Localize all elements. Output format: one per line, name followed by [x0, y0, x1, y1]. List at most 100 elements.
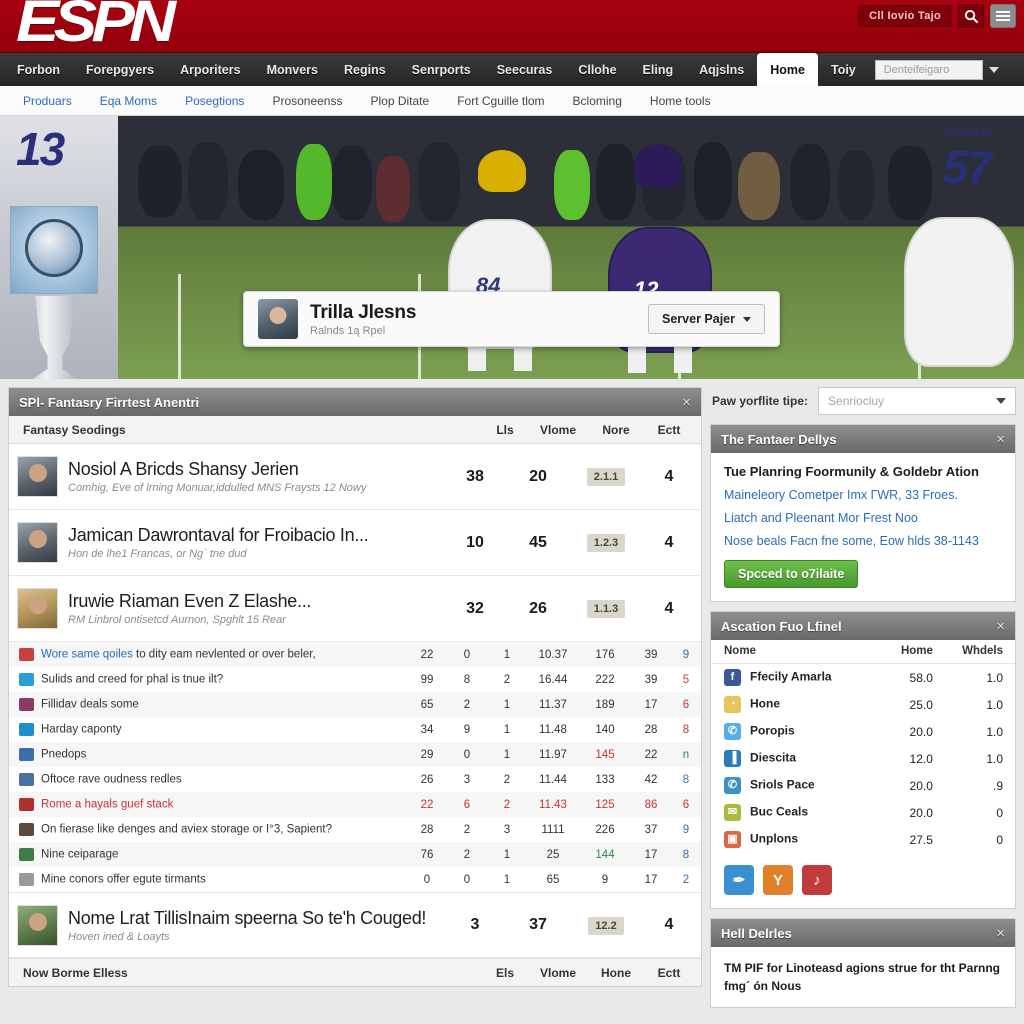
- footer-col-0[interactable]: Els: [481, 966, 529, 980]
- accation-col-1[interactable]: Home: [886, 640, 945, 664]
- fantaer-link-0[interactable]: Maineleory Cometper Imx ГWR, 33 Froes.: [724, 488, 1002, 502]
- list-item[interactable]: ✆ Sriols Pace 20.0 .9: [711, 772, 1015, 799]
- row-label[interactable]: Oftoce rave oudness redles: [41, 774, 182, 786]
- list-item[interactable]: ◔ Hone 25.0 1.0: [711, 691, 1015, 718]
- table-row[interactable]: Sulids and creed for phal is tnue ilt? 99…: [9, 667, 701, 692]
- team-logo-icon: [19, 773, 34, 786]
- table-row[interactable]: Fillidav deals some 65 2 1 11.37 189 17 6: [9, 692, 701, 717]
- row-label[interactable]: Harday caponty: [41, 724, 122, 736]
- col-header-3[interactable]: Ectt: [645, 423, 693, 437]
- list-item[interactable]: ✆ Poropis 20.0 1.0: [711, 718, 1015, 745]
- hell-panel: Hell Delrles × TM PIF for Linoteasd agio…: [710, 918, 1016, 1008]
- row-label[interactable]: On fierase like denges and aviex storage…: [41, 824, 332, 836]
- row-label[interactable]: Pnedops: [41, 749, 86, 761]
- table-row[interactable]: Nosiol A Bricds Shansy Jerien Comhig, Ev…: [9, 444, 701, 510]
- hamburger-icon[interactable]: [990, 4, 1016, 28]
- nav-item-3[interactable]: Monvers: [254, 53, 331, 86]
- header-promo-pill[interactable]: Cll Iovio Tajo: [858, 5, 952, 27]
- nav-item-11[interactable]: Toiy: [818, 53, 869, 86]
- list-item[interactable]: f Ffecily Amarla 58.0 1.0: [711, 664, 1015, 692]
- row-value-2: 2: [503, 798, 511, 811]
- accation-name-cell: ✆ Poropis: [711, 718, 887, 745]
- nav-dropdown[interactable]: Denteifeigaro: [869, 53, 999, 86]
- nav-item-8[interactable]: Eling: [630, 53, 687, 86]
- row-title[interactable]: Iruwie Riaman Even Z Elashe...: [68, 591, 441, 612]
- table-row[interactable]: Pnedops 29 0 1 11.97 145 22 n: [9, 742, 701, 767]
- fantaer-cta-button[interactable]: Spcced to o7ilaite: [724, 560, 859, 588]
- footer-col-3[interactable]: Ectt: [645, 966, 693, 980]
- nav-item-4[interactable]: Regins: [331, 53, 399, 86]
- subnav-item-1[interactable]: Eqa Moms: [89, 94, 168, 108]
- subnav-item-4[interactable]: Plop Ditate: [359, 94, 440, 108]
- accation-name: Unplons: [750, 831, 798, 846]
- nav-item-6[interactable]: Seecuras: [484, 53, 566, 86]
- subnav-item-2[interactable]: Posegtions: [174, 94, 255, 108]
- nav-item-5[interactable]: Senrports: [399, 53, 484, 86]
- table-row[interactable]: Nome Lrat TillisInaim speerna So te'h Co…: [9, 892, 701, 958]
- subnav-item-0[interactable]: Produars: [12, 94, 83, 108]
- service-icon: ▣: [724, 831, 741, 848]
- table-row[interactable]: Oftoce rave oudness redles 26 3 2 11.44 133 42…: [9, 767, 701, 792]
- table-row[interactable]: Rome a hayals guef stack 22 6 2 11.43 125 86 6: [9, 792, 701, 817]
- nav-item-home[interactable]: Home: [757, 53, 818, 86]
- close-icon[interactable]: ×: [996, 431, 1005, 448]
- status-badge: 12.2: [588, 916, 624, 935]
- footer-col-1[interactable]: Vlome: [529, 966, 587, 980]
- nav-item-7[interactable]: Cllohe: [565, 53, 629, 86]
- row-label[interactable]: Mine conors offer egute tirmants: [41, 874, 206, 886]
- yahoo-share-button[interactable]: Y: [763, 865, 793, 895]
- row-label-cell: Rome a hayals guef stack: [9, 792, 407, 817]
- table-row[interactable]: Nine ceiparage 76 2 1 25 144 17 8: [9, 842, 701, 867]
- row-label[interactable]: Rome a hayals guef stack: [41, 799, 173, 811]
- accation-table: Nome Home Whdels f Ffecily Amarla 58.0 1.0 ◔…: [711, 640, 1015, 853]
- list-item[interactable]: ▣ Unplons 27.5 0: [711, 826, 1015, 853]
- accation-col-0[interactable]: Nome: [711, 640, 887, 664]
- row-label[interactable]: Wore same qoiles to dity eam nevlented o…: [41, 649, 316, 661]
- nav-item-0[interactable]: Forbon: [4, 53, 73, 86]
- accation-home: 25.0: [909, 697, 933, 712]
- nav-item-9[interactable]: Aqjslns: [686, 53, 757, 86]
- accation-name: Buc Ceals: [750, 804, 809, 819]
- table-row[interactable]: Iruwie Riaman Even Z Elashe... RM Linbro…: [9, 576, 701, 642]
- hero-profile-card[interactable]: Trilla Jlesns Ralnds 1ą Rpel Server Paje…: [243, 291, 780, 347]
- row-title[interactable]: Nome Lrat TillisInaim speerna So te'h Co…: [68, 908, 441, 929]
- table-row[interactable]: On fierase like denges and aviex storage…: [9, 817, 701, 842]
- close-icon[interactable]: ×: [996, 925, 1005, 942]
- twitter-share-button[interactable]: ✒: [724, 865, 754, 895]
- subnav-item-6[interactable]: Bcloming: [562, 94, 633, 108]
- col-header-2[interactable]: Nore: [587, 423, 645, 437]
- row-title[interactable]: Jamican Dawrontaval for Froibacio In...: [68, 525, 441, 546]
- table-row[interactable]: Harday caponty 34 9 1 11.48 140 28 8: [9, 717, 701, 742]
- row-label[interactable]: Sulids and creed for phal is tnue ilt?: [41, 674, 223, 686]
- list-item[interactable]: ✉ Buc Ceals 20.0 0: [711, 799, 1015, 826]
- fantaer-link-2[interactable]: Nose beals Facn fne some, Eow hlds 38-11…: [724, 534, 1002, 548]
- server-player-button[interactable]: Server Pajer: [648, 304, 765, 334]
- nav-item-2[interactable]: Arporiters: [167, 53, 253, 86]
- table-row[interactable]: Mine conors offer egute tirmants 0 0 1 65 9 17…: [9, 867, 701, 892]
- fantaer-link-1[interactable]: Liatch and Pleenant Mor Frest Noo: [724, 511, 1002, 525]
- row-value-0: 28: [420, 823, 434, 836]
- sidebar-select[interactable]: Senriocluy: [818, 387, 1016, 415]
- row-text: Nome Lrat TillisInaim speerna So te'h Co…: [68, 908, 441, 943]
- rss-share-button[interactable]: ♪: [802, 865, 832, 895]
- row-title[interactable]: Nosiol A Bricds Shansy Jerien: [68, 459, 441, 480]
- table-row[interactable]: Jamican Dawrontaval for Froibacio In... …: [9, 510, 701, 576]
- subnav-item-5[interactable]: Fort Cguille tlom: [446, 94, 555, 108]
- subnav-item-3[interactable]: Prosoneenss: [261, 94, 353, 108]
- close-icon[interactable]: ×: [996, 618, 1005, 635]
- row-label[interactable]: Fillidav deals some: [41, 699, 139, 711]
- subnav-item-7[interactable]: Home tools: [639, 94, 722, 108]
- nav-item-1[interactable]: Forepgyers: [73, 53, 167, 86]
- list-item[interactable]: ▐ Diescita 12.0 1.0: [711, 745, 1015, 772]
- close-icon[interactable]: ×: [682, 394, 691, 411]
- status-badge: 1.2.3: [586, 534, 626, 552]
- table-row[interactable]: Wore same qoiles to dity eam nevlented o…: [9, 642, 701, 667]
- row-label-link[interactable]: Wore same qoiles: [41, 649, 133, 661]
- espn-logo[interactable]: ESPN: [16, 0, 176, 55]
- col-header-0[interactable]: Lls: [481, 423, 529, 437]
- footer-col-2[interactable]: Hone: [587, 966, 645, 980]
- accation-col-2[interactable]: Whdels: [944, 640, 1015, 664]
- row-label[interactable]: Nine ceiparage: [41, 849, 118, 861]
- search-icon[interactable]: [958, 4, 984, 28]
- col-header-1[interactable]: Vlome: [529, 423, 587, 437]
